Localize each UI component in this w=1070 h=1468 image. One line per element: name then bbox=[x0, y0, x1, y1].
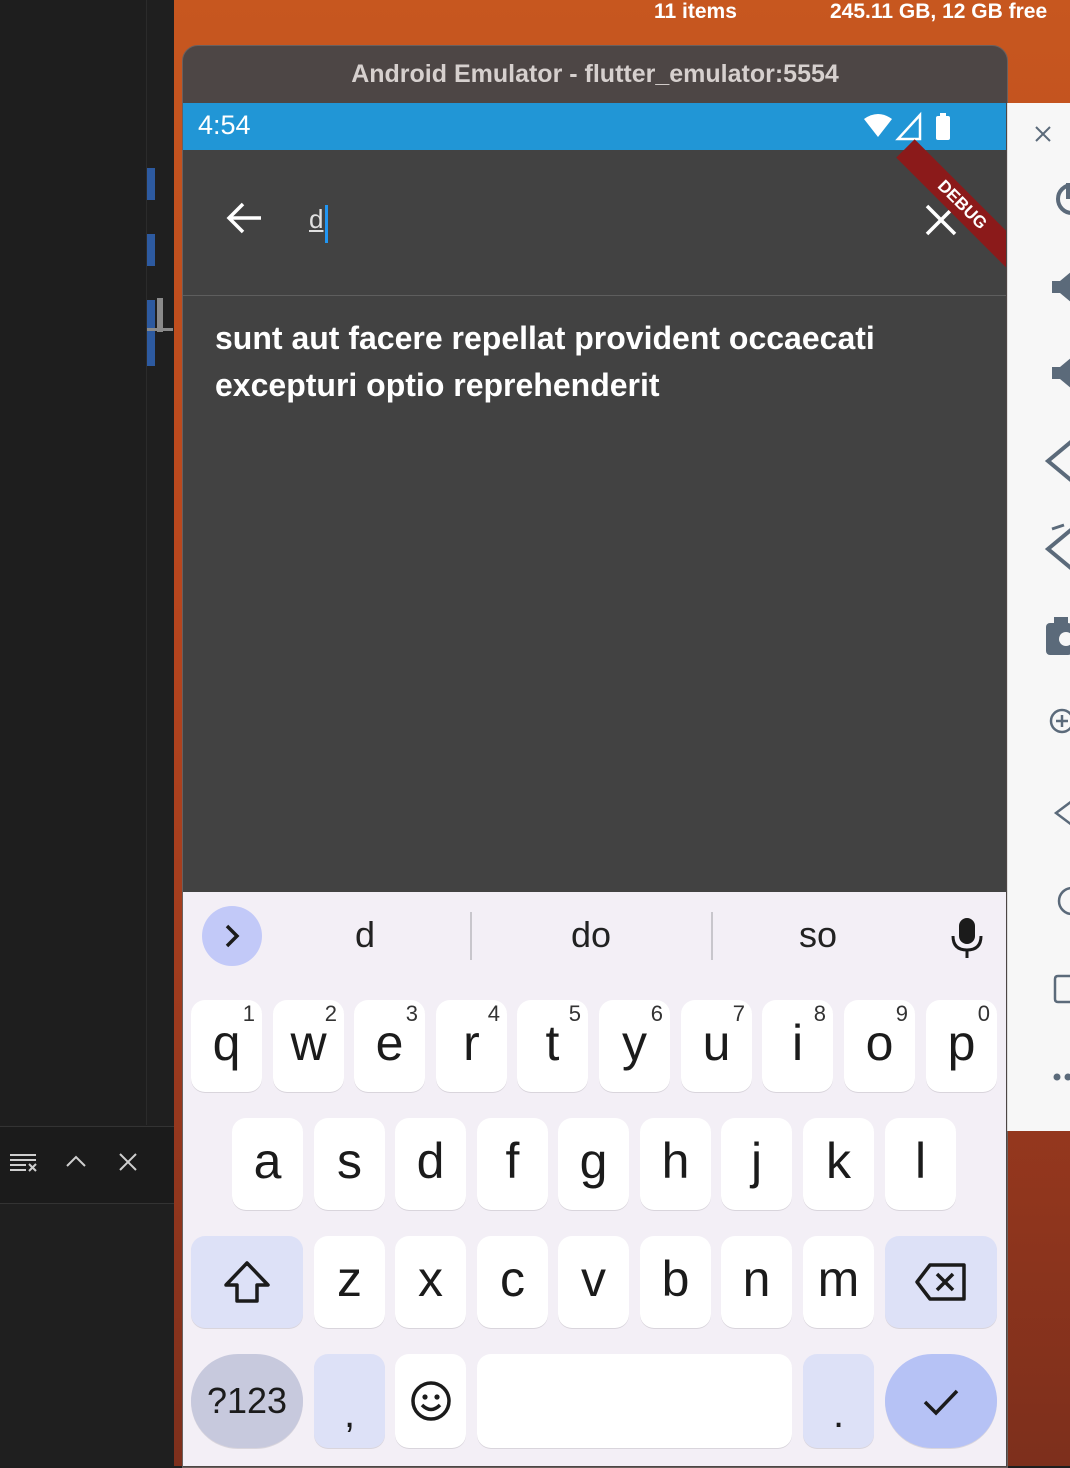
editor-scrollbar[interactable] bbox=[147, 298, 173, 334]
key-l[interactable]: l bbox=[885, 1118, 956, 1210]
key-r[interactable]: 4r bbox=[436, 1000, 507, 1092]
items-count: 11 items bbox=[654, 0, 737, 24]
key-u[interactable]: 7u bbox=[681, 1000, 752, 1092]
suggestion-1[interactable]: d bbox=[265, 914, 465, 956]
search-input[interactable]: d bbox=[309, 204, 869, 244]
symbols-key[interactable]: ?123 bbox=[191, 1354, 303, 1448]
backspace-key[interactable] bbox=[885, 1236, 997, 1328]
key-m[interactable]: m bbox=[803, 1236, 874, 1328]
suggestion-strip: d do so bbox=[183, 892, 1006, 982]
suggestion-divider bbox=[470, 912, 472, 960]
search-results: sunt aut facere repellat provident occae… bbox=[183, 296, 1006, 430]
key-t[interactable]: 5t bbox=[517, 1000, 588, 1092]
backspace-icon bbox=[914, 1262, 968, 1302]
chevron-right-icon bbox=[202, 906, 262, 966]
power-icon[interactable] bbox=[1052, 179, 1070, 219]
shift-key[interactable] bbox=[191, 1236, 303, 1328]
volume-down-icon[interactable] bbox=[1052, 355, 1070, 391]
soft-keyboard: d do so 1q 2w 3e 4r 5t 6y 7u 8i 9o 0p a … bbox=[183, 892, 1006, 1466]
signal-icon bbox=[898, 115, 920, 139]
rotate-right-icon[interactable] bbox=[1042, 523, 1070, 575]
key-n[interactable]: n bbox=[721, 1236, 792, 1328]
key-p[interactable]: 0p bbox=[926, 1000, 997, 1092]
search-app-bar: d DEBUG bbox=[183, 150, 1006, 296]
done-key[interactable] bbox=[885, 1354, 997, 1448]
rotate-left-icon[interactable] bbox=[1044, 437, 1070, 485]
shift-icon bbox=[222, 1259, 272, 1305]
key-q[interactable]: 1q bbox=[191, 1000, 262, 1092]
key-v[interactable]: v bbox=[558, 1236, 629, 1328]
filter-list-icon[interactable] bbox=[8, 1149, 38, 1181]
debug-banner: DEBUG bbox=[896, 139, 1006, 271]
key-a[interactable]: a bbox=[232, 1118, 303, 1210]
suggestion-2[interactable]: do bbox=[491, 914, 691, 956]
text-caret bbox=[325, 205, 328, 243]
emulator-toolbar bbox=[1007, 103, 1070, 1131]
key-g[interactable]: g bbox=[558, 1118, 629, 1210]
battery-icon bbox=[936, 116, 950, 140]
suggestion-3[interactable]: so bbox=[718, 914, 918, 956]
key-d[interactable]: d bbox=[395, 1118, 466, 1210]
zoom-in-icon[interactable] bbox=[1048, 707, 1070, 735]
check-icon bbox=[919, 1382, 963, 1422]
find-bar bbox=[0, 1126, 174, 1204]
phone-screen: 4:54 d DEBUG sunt aut facere repellat pr… bbox=[183, 103, 1006, 1466]
key-i[interactable]: 8i bbox=[762, 1000, 833, 1092]
key-e[interactable]: 3e bbox=[354, 1000, 425, 1092]
emoji-icon bbox=[409, 1379, 453, 1423]
overview-icon[interactable] bbox=[1052, 973, 1070, 1005]
chevron-up-icon[interactable] bbox=[64, 1149, 88, 1181]
window-title: Android Emulator - flutter_emulator:5554 bbox=[183, 46, 1007, 102]
result-item[interactable]: excepturi optio reprehenderit bbox=[183, 363, 1006, 430]
close-icon[interactable] bbox=[1032, 123, 1054, 145]
editor-gutter bbox=[0, 0, 147, 1125]
expand-toolbar-button[interactable] bbox=[202, 906, 262, 966]
back-arrow-icon[interactable] bbox=[225, 198, 265, 238]
key-z[interactable]: z bbox=[314, 1236, 385, 1328]
key-c[interactable]: c bbox=[477, 1236, 548, 1328]
camera-icon[interactable] bbox=[1046, 617, 1070, 655]
suggestion-divider bbox=[711, 912, 713, 960]
emoji-key[interactable] bbox=[395, 1354, 466, 1448]
key-j[interactable]: j bbox=[721, 1118, 792, 1210]
key-h[interactable]: h bbox=[640, 1118, 711, 1210]
key-s[interactable]: s bbox=[314, 1118, 385, 1210]
change-marker bbox=[147, 234, 155, 266]
more-options-icon[interactable] bbox=[1052, 1067, 1070, 1087]
key-y[interactable]: 6y bbox=[599, 1000, 670, 1092]
wifi-icon bbox=[864, 114, 892, 137]
key-w[interactable]: 2w bbox=[273, 1000, 344, 1092]
key-x[interactable]: x bbox=[395, 1236, 466, 1328]
status-icons bbox=[864, 111, 954, 143]
key-o[interactable]: 9o bbox=[844, 1000, 915, 1092]
change-marker bbox=[147, 168, 155, 200]
disk-info: 245.11 GB, 12 GB free bbox=[830, 0, 1047, 24]
status-bar: 4:54 bbox=[183, 103, 1006, 150]
volume-up-icon[interactable] bbox=[1052, 269, 1070, 305]
space-key[interactable] bbox=[477, 1354, 792, 1448]
ide-panel bbox=[0, 0, 174, 1466]
microphone-icon[interactable] bbox=[947, 916, 987, 960]
period-key[interactable]: . bbox=[803, 1354, 874, 1448]
result-item[interactable]: sunt aut facere repellat provident occae… bbox=[183, 296, 1006, 363]
home-icon[interactable] bbox=[1052, 885, 1070, 917]
key-k[interactable]: k bbox=[803, 1118, 874, 1210]
key-b[interactable]: b bbox=[640, 1236, 711, 1328]
close-icon[interactable] bbox=[116, 1149, 140, 1181]
search-query[interactable]: d bbox=[309, 204, 323, 234]
back-icon[interactable] bbox=[1052, 797, 1070, 829]
key-f[interactable]: f bbox=[477, 1118, 548, 1210]
comma-key[interactable]: , bbox=[314, 1354, 385, 1448]
status-time: 4:54 bbox=[198, 110, 251, 141]
